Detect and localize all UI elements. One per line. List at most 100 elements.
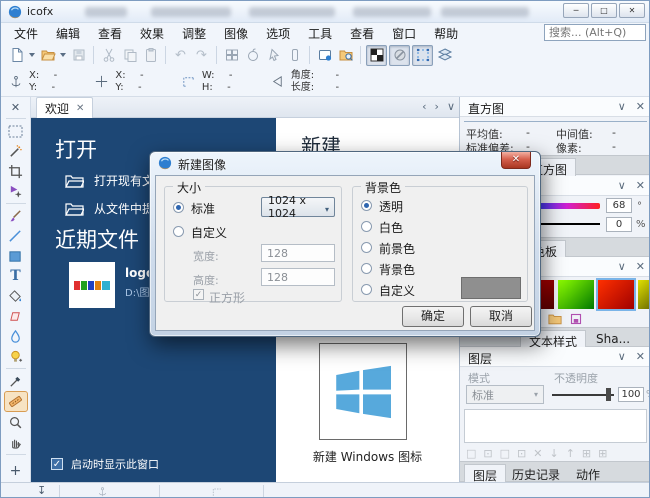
blend-mode-select[interactable]: 标准 ▾	[466, 385, 544, 404]
image-preview-button[interactable]	[314, 45, 335, 66]
menu-item-help[interactable]: 帮助	[425, 23, 467, 44]
menu-item-image[interactable]: 图像	[215, 23, 257, 44]
close-icon[interactable]: ✕	[636, 350, 645, 363]
tab-list-button[interactable]: ∨	[447, 100, 455, 113]
toggle-exclusion-button[interactable]	[389, 45, 410, 66]
opacity-value-input[interactable]	[618, 387, 644, 402]
custom-color-radio[interactable]	[361, 284, 372, 295]
brush-tool[interactable]	[4, 206, 28, 226]
white-radio[interactable]	[361, 221, 372, 232]
color-picker-tool[interactable]	[4, 371, 28, 391]
duplicate-layer-icon[interactable]: ⊡	[483, 447, 492, 460]
minimize-button[interactable]: ─	[563, 3, 589, 18]
new-windows-icon-card[interactable]	[319, 343, 407, 440]
add-tool-button[interactable]: +	[10, 463, 22, 479]
collapse-icon[interactable]: ∨	[618, 350, 626, 363]
menu-item-adjust[interactable]: 调整	[173, 23, 215, 44]
tab-actions[interactable]: 动作	[568, 464, 608, 482]
fill-tool[interactable]	[4, 286, 28, 306]
crop-tool[interactable]	[4, 161, 28, 181]
merge-all-icon[interactable]: ⊞	[598, 447, 607, 460]
redo-button[interactable]: ↷	[191, 45, 212, 66]
swatch-open-button[interactable]	[548, 313, 562, 328]
ok-button[interactable]: 确定	[402, 306, 464, 327]
browse-images-button[interactable]	[335, 45, 356, 66]
tab-welcome[interactable]: 欢迎 ✕	[36, 97, 93, 118]
foreground-radio[interactable]	[361, 242, 372, 253]
hue-value-input[interactable]	[606, 198, 632, 213]
swatch-save-button[interactable]	[570, 313, 582, 328]
open-file-button[interactable]	[37, 45, 58, 66]
cut-button[interactable]	[98, 45, 119, 66]
menu-item-tools[interactable]: 工具	[299, 23, 341, 44]
cursor-icon-button[interactable]	[263, 45, 284, 66]
new-file-dropdown-icon[interactable]	[29, 53, 35, 57]
phone-icon-button[interactable]	[284, 45, 305, 66]
custom-radio[interactable]	[173, 226, 184, 237]
search-input[interactable]	[544, 24, 646, 41]
toggle-transparency-grid-button[interactable]	[366, 45, 387, 66]
new-layer-icon[interactable]: □	[466, 447, 476, 460]
menu-item-options[interactable]: 选项	[257, 23, 299, 44]
move-down-icon[interactable]: ↓	[549, 447, 558, 460]
lighten-tool[interactable]	[4, 346, 28, 366]
standard-size-select[interactable]: 1024 x 1024 ▾	[261, 197, 335, 217]
layers-list[interactable]	[464, 409, 647, 443]
line-tool[interactable]	[4, 226, 28, 246]
menu-item-window[interactable]: 窗口	[383, 23, 425, 44]
tab-shadow[interactable]: Sha...	[588, 330, 638, 348]
close-icon[interactable]: ✕	[636, 260, 645, 273]
dialog-close-button[interactable]: ✕	[501, 152, 531, 169]
text-tool[interactable]: T	[4, 266, 28, 286]
tab-close-icon[interactable]: ✕	[76, 103, 84, 114]
magic-wand-tool[interactable]	[4, 141, 28, 161]
delete-layer-icon[interactable]: ✕	[533, 447, 542, 460]
close-icon[interactable]: ✕	[636, 179, 645, 192]
menu-item-effects[interactable]: 效果	[131, 23, 173, 44]
new-file-button[interactable]	[6, 45, 27, 66]
copy-layer-icon[interactable]: □	[500, 447, 510, 460]
layers-view-button[interactable]	[434, 45, 455, 66]
opacity-slider-handle[interactable]	[606, 388, 611, 401]
tab-history[interactable]: 历史记录	[504, 464, 568, 482]
tab-scroll-left-button[interactable]: ‹	[422, 100, 426, 113]
ruler-tool[interactable]	[4, 391, 28, 412]
tab-layers[interactable]: 图层	[464, 464, 506, 482]
swatch-red-selected[interactable]	[598, 280, 634, 309]
startup-checkbox-row[interactable]: ✓ 启动时显示此窗口	[51, 456, 159, 472]
windows-icon-button[interactable]	[221, 45, 242, 66]
copy-button[interactable]	[119, 45, 140, 66]
close-button[interactable]: ✕	[619, 3, 645, 18]
close-icon[interactable]: ✕	[636, 100, 645, 113]
custom-color-swatch[interactable]	[461, 277, 521, 299]
background-radio[interactable]	[361, 263, 372, 274]
collapse-icon[interactable]: ∨	[618, 179, 626, 192]
startup-checkbox[interactable]: ✓	[51, 458, 63, 470]
transparent-radio[interactable]	[361, 200, 372, 211]
paste-layer-icon[interactable]: ⊡	[517, 447, 526, 460]
zoom-tool[interactable]	[4, 412, 28, 432]
saturation-value-input[interactable]	[606, 217, 632, 232]
rectangle-tool[interactable]	[4, 246, 28, 266]
hand-tool[interactable]	[4, 432, 28, 452]
opacity-slider-track[interactable]	[552, 394, 614, 396]
undo-button[interactable]: ↶	[170, 45, 191, 66]
blur-tool[interactable]	[4, 326, 28, 346]
toggle-selection-button[interactable]	[412, 45, 433, 66]
rect-select-tool[interactable]	[4, 121, 28, 141]
collapse-icon[interactable]: ∨	[618, 100, 626, 113]
paste-button[interactable]	[140, 45, 161, 66]
macos-icon-button[interactable]	[242, 45, 263, 66]
save-button[interactable]	[68, 45, 89, 66]
dock-icon[interactable]: ↧	[37, 484, 46, 497]
merge-down-icon[interactable]: ⊞	[582, 447, 591, 460]
panel-close-button[interactable]: ✕	[11, 101, 20, 114]
swatch-green[interactable]	[558, 280, 594, 309]
collapse-icon[interactable]: ∨	[618, 260, 626, 273]
square-checkbox[interactable]: ✓	[193, 289, 204, 300]
menu-item-view2[interactable]: 查看	[341, 23, 383, 44]
open-file-dropdown-icon[interactable]	[60, 53, 66, 57]
width-input[interactable]	[261, 244, 335, 262]
tab-scroll-right-button[interactable]: ›	[435, 100, 439, 113]
move-selection-tool[interactable]	[4, 181, 28, 201]
